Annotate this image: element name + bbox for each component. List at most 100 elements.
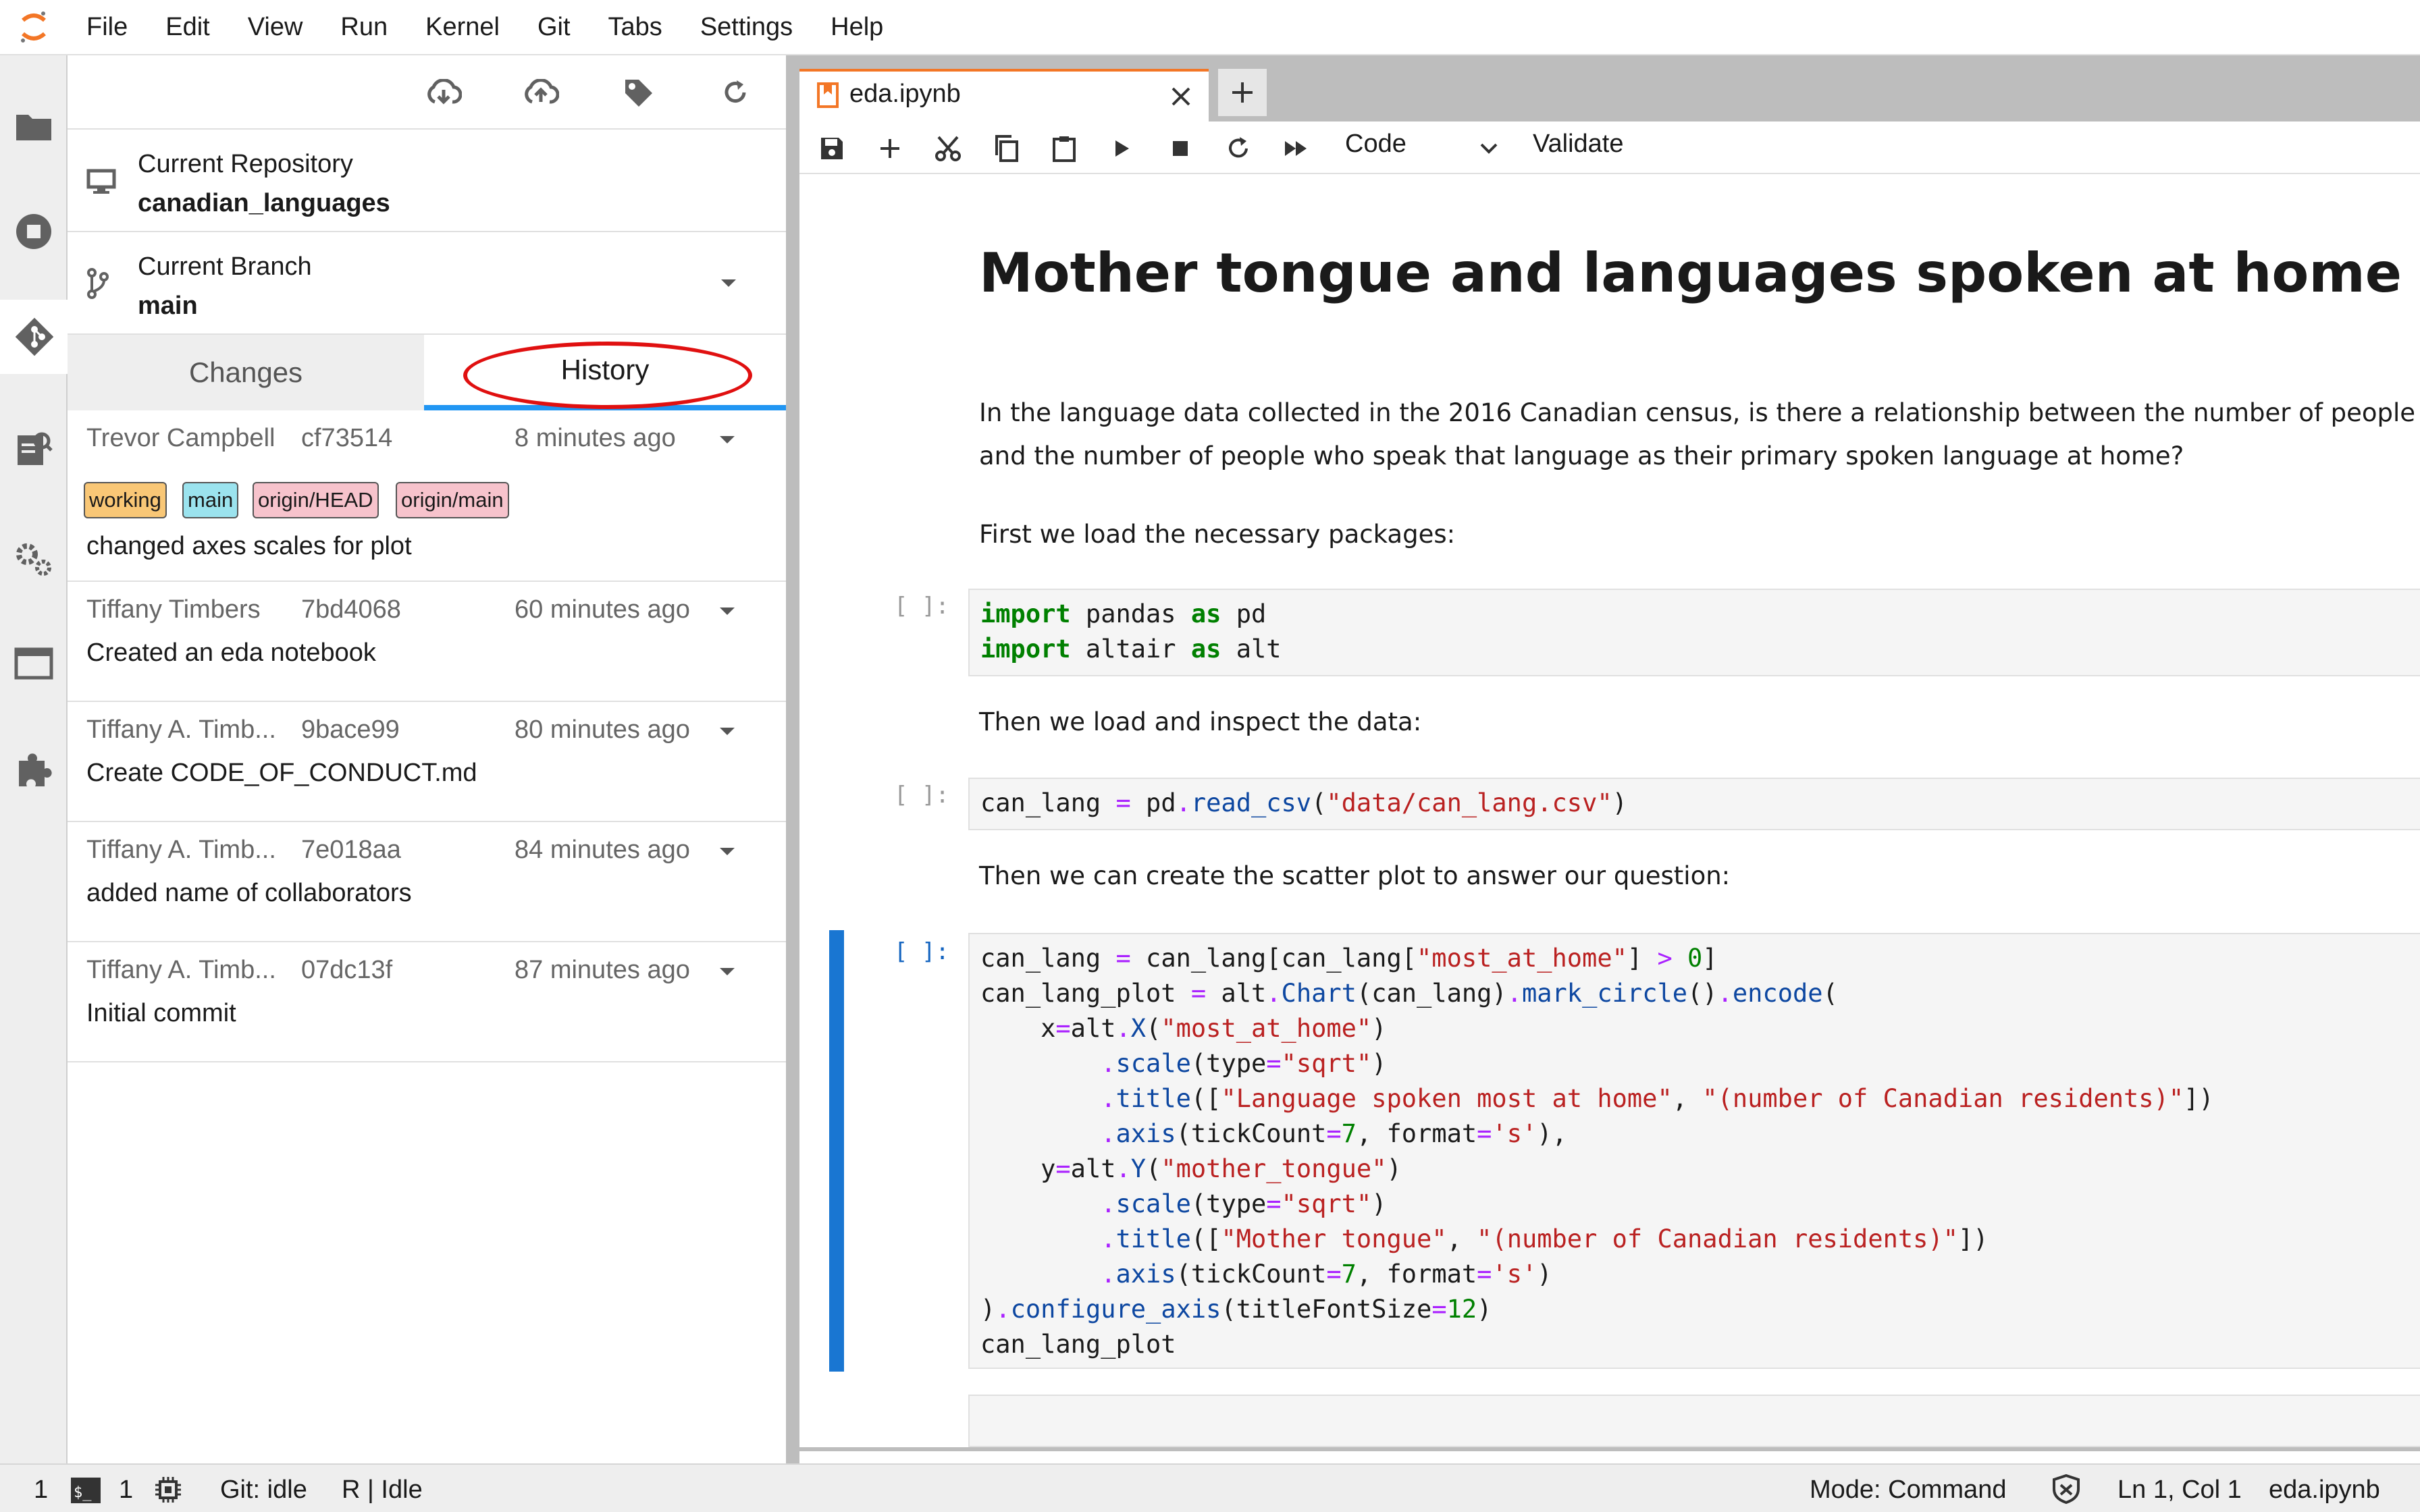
status-bar: 1 $_ 1 Git: idle R | Idle Mode: Command … [0,1463,2420,1512]
code-cell[interactable]: import pandas as pd import altair as alt [968,589,2420,676]
empty-code-cell[interactable] [968,1395,2420,1447]
current-branch[interactable]: Current Branch main [68,232,786,335]
ref-tag-origin-head: origin/HEAD [253,482,379,518]
commit-author: Trevor Campbell [86,424,275,452]
menu-settings[interactable]: Settings [681,0,812,55]
cell-prompt: [ ]: [894,938,949,965]
folder-icon[interactable] [0,89,68,163]
commit-author: Tiffany A. Timb... [86,716,276,744]
close-icon[interactable] [1171,86,1191,107]
notebook-toolbar: Code Validate [799,122,2420,174]
copy-icon[interactable] [986,128,1026,169]
branch-icon [86,267,109,300]
new-tab-button[interactable] [1218,69,1267,116]
property-inspector-icon[interactable] [0,412,68,486]
branch-name: main [138,292,198,320]
git-panel: Current Repository canadian_languages Cu… [68,55,786,1463]
menu-kernel[interactable]: Kernel [406,0,519,55]
run-icon[interactable] [1102,128,1142,169]
menu-view[interactable]: View [229,0,322,55]
commit-time: 80 minutes ago [515,716,690,744]
chevron-down-icon[interactable] [720,848,735,855]
menu-file[interactable]: File [68,0,147,55]
repo-name: canadian_languages [138,189,390,217]
chevron-down-icon[interactable] [721,279,736,287]
chevron-down-icon[interactable] [1480,143,1498,154]
menu-edit[interactable]: Edit [147,0,228,55]
refresh-icon[interactable] [713,70,758,115]
commit-message: added name of collaborators [86,879,412,907]
cell-prompt: [ ]: [894,782,949,809]
code-content[interactable]: can_lang = pd.read_csv("data/can_lang.cs… [980,786,1627,821]
code-cell[interactable]: can_lang = can_lang[can_lang["most_at_ho… [968,933,2420,1369]
cell-type-select[interactable]: Code [1345,130,1406,159]
ref-tag-working: working [84,482,167,518]
commit-author: Tiffany Timbers [86,595,261,624]
code-content[interactable]: can_lang = can_lang[can_lang["most_at_ho… [980,941,2214,1362]
history-highlight-ellipse [463,342,752,409]
code-cell[interactable]: can_lang = pd.read_csv("data/can_lang.cs… [968,778,2420,830]
kernel-status[interactable]: R | Idle [342,1476,423,1505]
pull-icon[interactable] [421,70,466,115]
mode-indicator[interactable]: Mode: Command [1810,1476,2006,1505]
tag-icon[interactable] [616,70,660,115]
menu-git[interactable]: Git [519,0,589,55]
commit-item[interactable]: Tiffany A. Timb... 07dc13f 87 minutes ag… [68,942,786,1062]
chevron-down-icon[interactable] [720,436,735,443]
commit-item[interactable]: Tiffany Timbers 7bd4068 60 minutes ago C… [68,582,786,702]
tab-eda-notebook[interactable]: eda.ipynb [799,69,1209,122]
commit-message: Created an eda notebook [86,639,376,667]
restart-icon[interactable] [1218,128,1259,169]
menu-run[interactable]: Run [321,0,406,55]
tab-changes[interactable]: Changes [68,335,424,410]
paste-icon[interactable] [1044,128,1084,169]
menu-tabs[interactable]: Tabs [589,0,681,55]
running-icon[interactable] [0,194,68,269]
code-content[interactable]: import pandas as pd import altair as alt [980,597,1282,667]
git-toolbar [68,55,786,130]
terminal-count[interactable]: 1 [34,1476,48,1505]
commit-time: 60 minutes ago [515,595,690,624]
cell-prompt: [ ]: [894,593,949,620]
markdown-paragraph: Then we can create the scatter plot to a… [979,861,1731,890]
chevron-down-icon[interactable] [720,968,735,975]
commit-sha: 7bd4068 [301,595,401,624]
insert-cell-icon[interactable] [870,128,910,169]
fast-forward-icon[interactable] [1276,128,1317,169]
extension-icon[interactable] [0,733,68,807]
cursor-position[interactable]: Ln 1, Col 1 [2118,1476,2242,1505]
commit-message: Create CODE_OF_CONDUCT.md [86,759,477,787]
markdown-paragraph: and the number of people who speak that … [979,441,2184,470]
stop-icon[interactable] [1160,128,1201,169]
cut-icon[interactable] [928,128,968,169]
menu-help[interactable]: Help [812,0,902,55]
commit-message: changed axes scales for plot [86,532,412,560]
save-icon[interactable] [812,128,852,169]
kernel-count[interactable]: 1 [119,1476,133,1505]
terminal-icon: $_ [70,1477,101,1504]
settings-icon[interactable] [0,521,68,595]
active-cell-indicator [829,930,844,1372]
notebook-area: eda.ipynb Code Validate Mother tongue an… [799,55,2420,1463]
ref-tag-origin-main: origin/main [396,482,509,518]
shield-icon[interactable] [2051,1474,2081,1504]
notebook-icon [817,82,839,108]
activity-bar [0,55,69,1463]
git-status[interactable]: Git: idle [220,1476,307,1505]
commit-item[interactable]: Tiffany A. Timb... 9bace99 80 minutes ag… [68,702,786,822]
commit-item[interactable]: Tiffany A. Timb... 7e018aa 84 minutes ag… [68,822,786,942]
branch-label: Current Branch [138,252,312,281]
commit-item[interactable]: Trevor Campbell cf73514 8 minutes ago wo… [68,410,786,582]
tabs-icon[interactable] [0,626,68,701]
git-icon[interactable] [0,300,69,374]
chevron-down-icon[interactable] [720,728,735,735]
validate-button[interactable]: Validate [1533,130,1624,159]
markdown-paragraph: First we load the necessary packages: [979,520,1456,549]
commit-time: 84 minutes ago [515,836,690,864]
chevron-down-icon[interactable] [720,608,735,615]
panel-splitter[interactable] [786,55,799,1463]
notebook-heading: Mother tongue and languages spoken at ho… [979,242,2420,304]
current-repository: Current Repository canadian_languages [68,130,786,232]
jupyter-logo-icon [0,0,68,55]
push-icon[interactable] [519,70,563,115]
